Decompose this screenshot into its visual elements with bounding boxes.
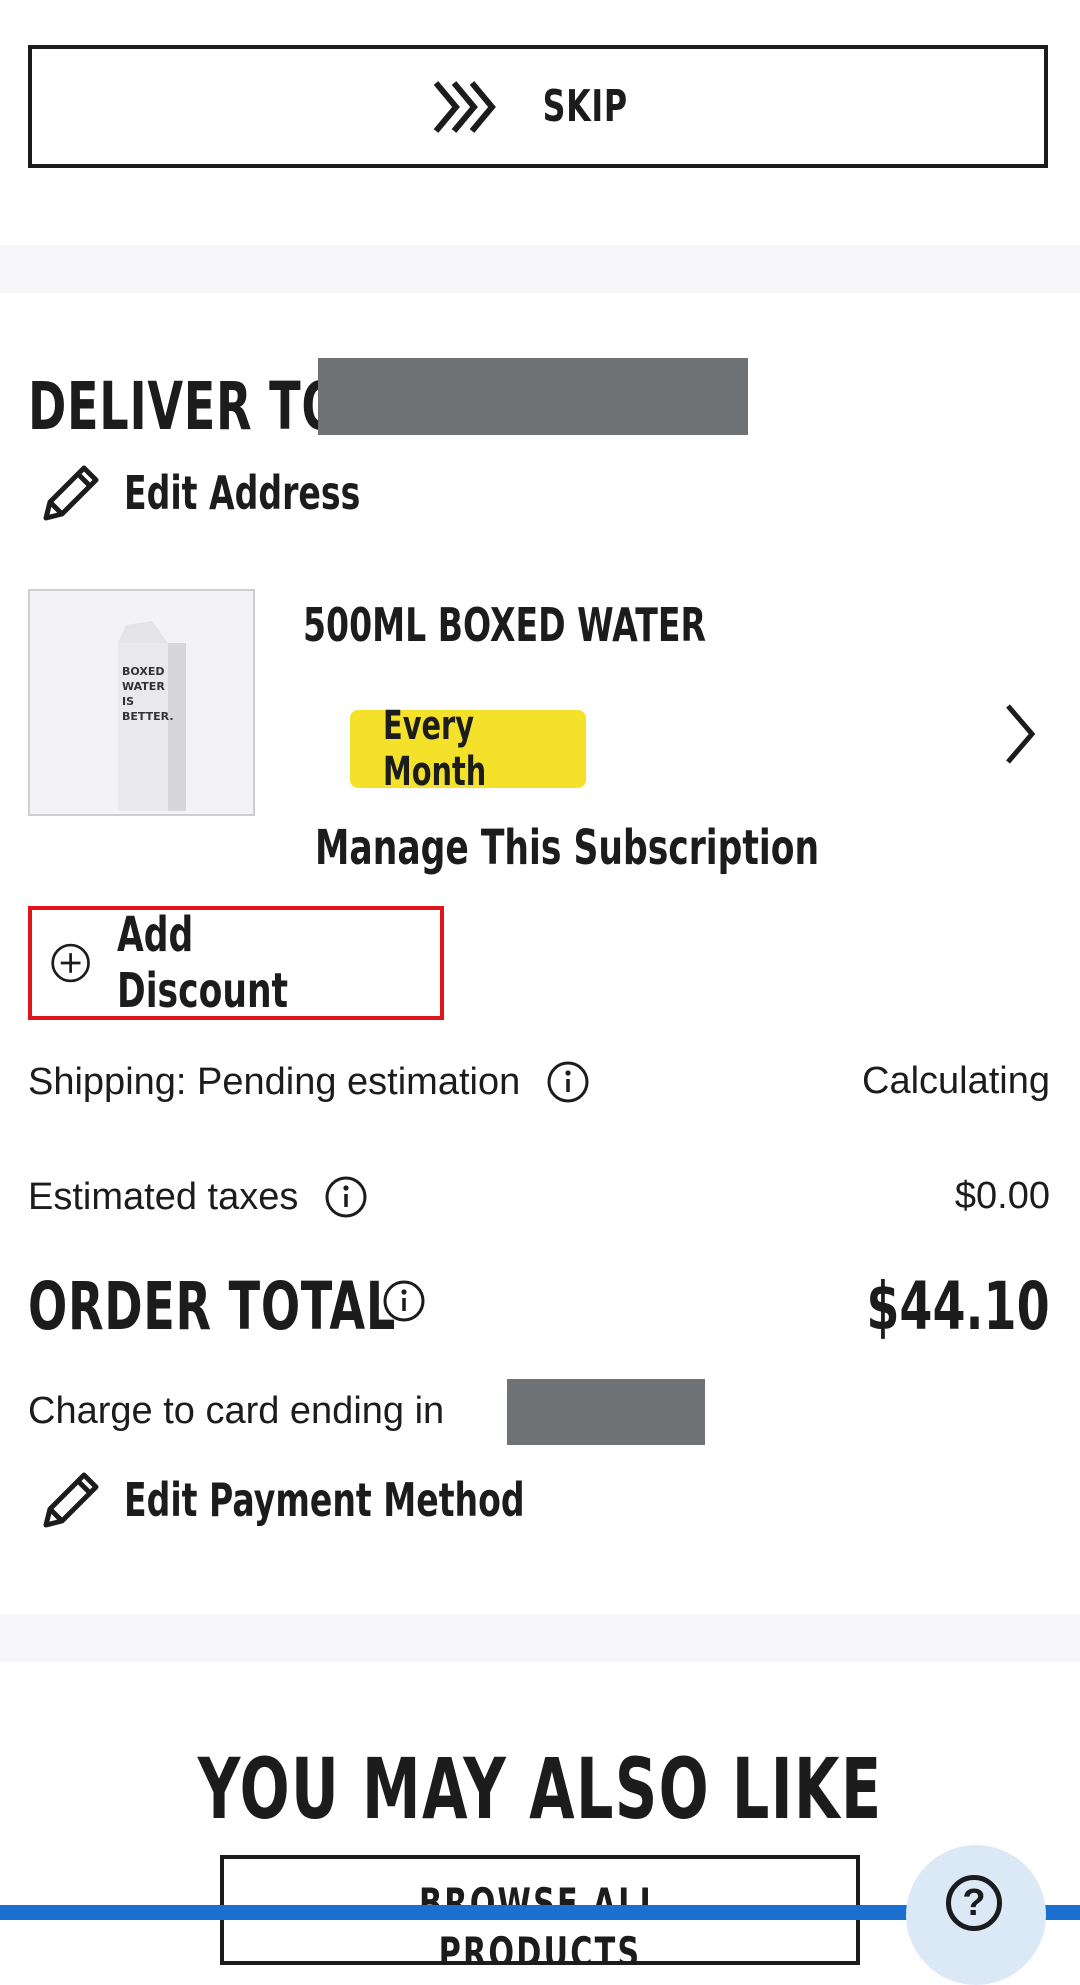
taxes-value: $0.00 bbox=[954, 1175, 1050, 1217]
shipping-label: Shipping: Pending estimation bbox=[28, 1060, 521, 1103]
chevron-right-icon[interactable] bbox=[1000, 700, 1040, 768]
question-mark-icon: ? bbox=[946, 1875, 1002, 1931]
svg-text:BOXED: BOXED bbox=[122, 665, 164, 678]
taxes-label: Estimated taxes bbox=[28, 1175, 299, 1218]
order-total-label: ORDER TOTAL bbox=[28, 1268, 397, 1345]
you-may-also-like-heading: YOU MAY ALSO LIKE bbox=[197, 1740, 883, 1838]
deliver-to-heading: DELIVER TO bbox=[28, 368, 342, 445]
pencil-icon bbox=[43, 1472, 99, 1528]
redacted-address bbox=[318, 358, 748, 435]
redacted-card-digits bbox=[507, 1379, 705, 1445]
fast-forward-chevrons-icon bbox=[433, 80, 496, 133]
section-divider bbox=[0, 1614, 1080, 1662]
info-icon[interactable] bbox=[382, 1279, 426, 1323]
svg-text:IS: IS bbox=[122, 695, 134, 708]
info-icon[interactable] bbox=[324, 1175, 368, 1219]
help-button[interactable]: ? bbox=[906, 1845, 1046, 1985]
add-discount-button[interactable]: Add Discount bbox=[28, 906, 444, 1020]
shipping-row: Shipping: Pending estimation bbox=[28, 1060, 590, 1104]
skip-button[interactable]: SKIP bbox=[28, 45, 1048, 168]
boxed-water-carton-image: BOXED WATER IS BETTER. bbox=[30, 591, 253, 814]
product-name: 500ML BOXED WATER bbox=[303, 598, 706, 652]
section-divider bbox=[0, 245, 1080, 293]
svg-text:WATER: WATER bbox=[122, 680, 165, 693]
frequency-label: Every Month bbox=[383, 703, 487, 795]
info-icon[interactable] bbox=[546, 1060, 590, 1104]
product-image[interactable]: BOXED WATER IS BETTER. bbox=[28, 589, 255, 816]
frequency-badge: Every Month bbox=[350, 703, 586, 795]
edit-address-label: Edit Address bbox=[124, 466, 361, 520]
svg-text:BETTER.: BETTER. bbox=[122, 710, 174, 723]
shipping-value: Calculating bbox=[862, 1060, 1050, 1102]
plus-circle-icon bbox=[51, 943, 90, 983]
edit-address-link[interactable]: Edit Address bbox=[36, 458, 452, 528]
add-discount-label: Add Discount bbox=[117, 907, 289, 1019]
taxes-row: Estimated taxes bbox=[28, 1175, 368, 1219]
manage-subscription-link[interactable]: Manage This Subscription bbox=[315, 820, 819, 876]
skip-label: SKIP bbox=[542, 81, 628, 132]
edit-payment-method-link[interactable]: Edit Payment Method bbox=[36, 1465, 680, 1535]
pencil-icon bbox=[43, 465, 99, 521]
edit-payment-method-label: Edit Payment Method bbox=[124, 1473, 525, 1527]
order-total-value: $44.10 bbox=[866, 1268, 1050, 1345]
charge-card-label: Charge to card ending in bbox=[28, 1390, 445, 1432]
